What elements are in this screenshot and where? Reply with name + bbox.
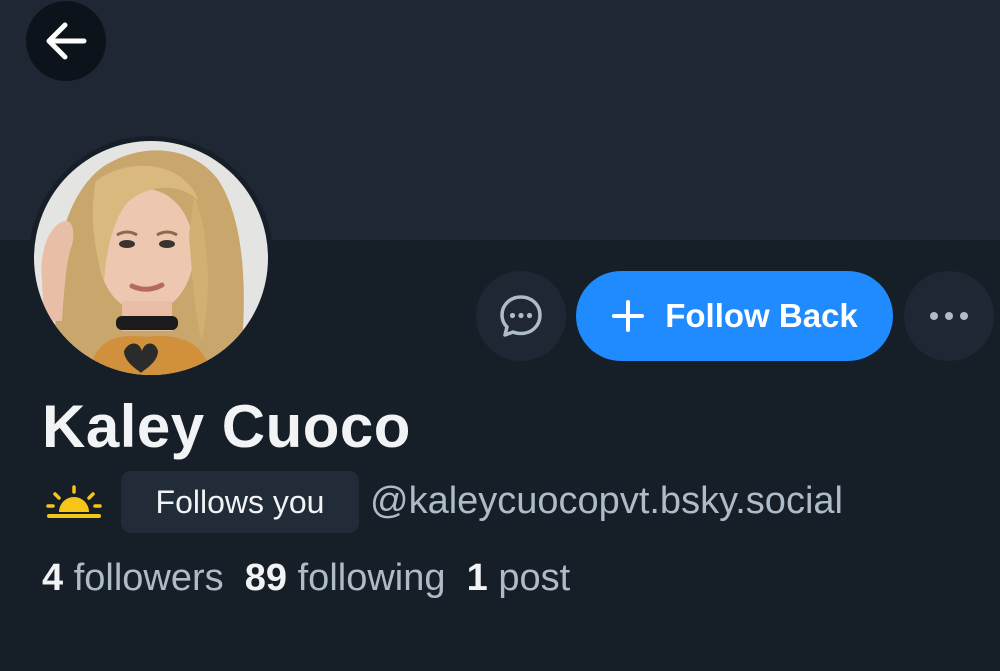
follows-you-badge: Follows you (121, 471, 359, 533)
profile-stats: 4 followers 89 following 1 post (42, 557, 570, 600)
sunrise-icon (45, 484, 103, 525)
more-options-button[interactable] (904, 271, 994, 361)
profile-handle: @kaleycuocopvt.bsky.social (370, 480, 843, 522)
back-button[interactable] (26, 1, 106, 81)
follow-back-label: Follow Back (665, 297, 858, 334)
followers-stat[interactable]: 4 followers (42, 557, 224, 599)
chat-bubble-icon (500, 295, 542, 337)
avatar[interactable] (34, 141, 268, 375)
posts-stat: 1 post (467, 557, 571, 599)
following-label: following (297, 557, 446, 599)
ellipsis-icon (930, 312, 968, 320)
profile-photo (34, 141, 268, 375)
follows-you-label: Follows you (155, 483, 325, 520)
follow-back-button[interactable]: Follow Back (576, 271, 893, 361)
posts-count: 1 (466, 557, 488, 599)
message-button[interactable] (476, 271, 566, 361)
display-name: Kaley Cuoco (42, 393, 411, 460)
posts-label: post (498, 557, 571, 599)
following-count: 89 (244, 557, 288, 599)
plus-icon (612, 300, 645, 332)
followers-label: followers (73, 557, 224, 599)
arrow-left-icon (46, 22, 87, 60)
followers-count: 4 (42, 557, 64, 599)
following-stat[interactable]: 89 following (245, 557, 446, 599)
